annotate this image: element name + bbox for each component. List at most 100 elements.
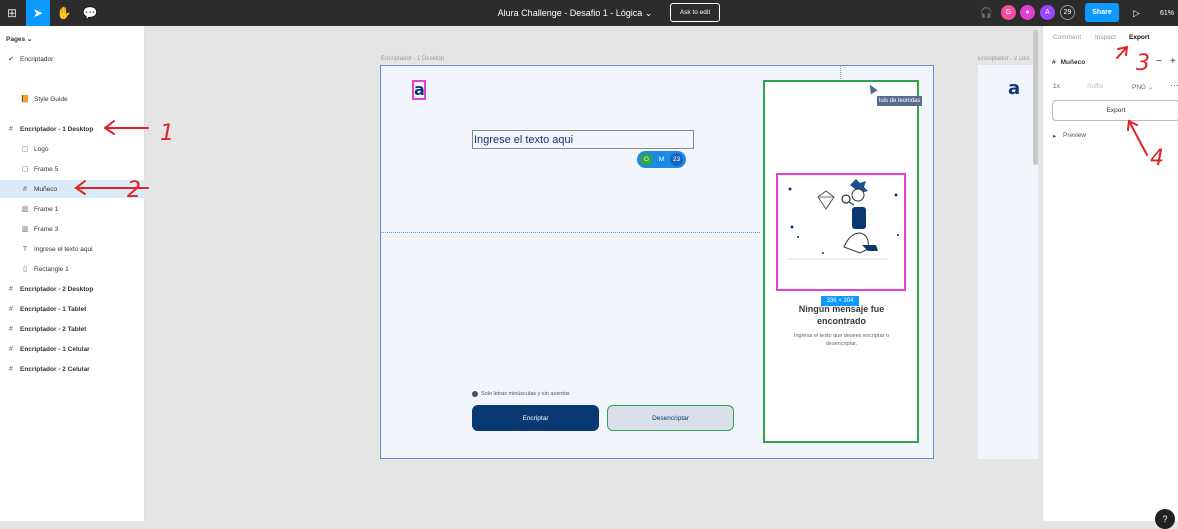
frame-icon: # <box>9 325 13 333</box>
hint-note[interactable]: Solo letras minúsculas y sin acentos <box>472 391 570 397</box>
layer-item-label: Encriptador - 1 Desktop <box>20 125 94 133</box>
frame-icon: # <box>23 185 27 193</box>
collaborator-count-badge: 23 <box>670 153 683 166</box>
layer-item-label: Frame 3 <box>34 225 59 233</box>
layer-item[interactable]: ▥ Frame 3 <box>0 220 145 238</box>
comment-tool-icon[interactable]: 💬 <box>78 0 102 26</box>
headphones-icon[interactable]: 🎧 <box>980 0 992 26</box>
illustration-muneco[interactable] <box>776 173 906 291</box>
frame-icon: # <box>9 285 13 293</box>
cursor-name-label: luis de leonidas <box>877 96 923 106</box>
selected-layer-name: Muñeco <box>1060 59 1086 66</box>
suffix-input[interactable]: Suffix <box>1087 83 1103 90</box>
pages-header[interactable]: Pages ⌄ <box>0 30 145 48</box>
main-menu-icon[interactable]: ⊞ <box>0 0 24 26</box>
move-tool-icon[interactable]: ➤ <box>26 0 50 26</box>
avatar[interactable]: ● <box>1020 5 1035 20</box>
person-magnifier-illustration <box>788 179 899 260</box>
page-item-label: Style Guide <box>34 95 68 103</box>
layer-item[interactable]: ▢ Logo <box>0 140 145 158</box>
ask-to-edit-button[interactable]: Ask to edit <box>670 3 720 22</box>
layer-shape-icon: ▢ <box>21 166 29 173</box>
layer-item-label: Frame 5 <box>34 165 59 173</box>
file-title[interactable]: Alura Challenge - Desafio 1 - Lógica ⌄ <box>480 0 670 26</box>
canvas-scrollbar[interactable] <box>1033 30 1038 165</box>
frame-icon: # <box>9 305 13 313</box>
frame-label[interactable]: Encriptador - 1 Desktop <box>381 56 444 62</box>
format-value: PNG <box>1132 84 1147 91</box>
layer-item-label: Encriptador - 1 Tablet <box>20 305 87 313</box>
book-emoji-icon: 📙 <box>20 96 30 103</box>
more-options-icon[interactable]: ⋯ <box>1170 80 1178 91</box>
layer-item[interactable]: # Encriptador - 2 Celular <box>0 360 145 378</box>
layer-item[interactable]: ▢ Frame 5 <box>0 160 145 178</box>
layer-item[interactable]: # Encriptador - 1 Tablet <box>0 300 145 318</box>
selected-layer: # Muñeco <box>1052 59 1085 66</box>
scale-select[interactable]: 1x <box>1053 83 1060 90</box>
export-button[interactable]: Export <box>1052 100 1178 121</box>
frame-icon: # <box>9 365 13 373</box>
avatar[interactable]: G <box>1001 5 1016 20</box>
format-select[interactable]: PNG ⌄ <box>1132 83 1153 91</box>
tab-export[interactable]: Export <box>1129 34 1150 41</box>
decrypt-button[interactable]: Desencriptar <box>607 405 734 431</box>
frame-icon: # <box>9 125 13 133</box>
hint-note-text: Solo letras minúsculas y sin acentos <box>481 391 570 397</box>
layer-shape-icon: ▢ <box>21 146 29 153</box>
layer-item-label: Encriptador - 2 Tablet <box>20 325 87 333</box>
card-title[interactable]: Ningún mensaje fue encontrado <box>778 303 905 327</box>
present-play-icon[interactable]: ▷ <box>1133 0 1140 26</box>
layer-item[interactable]: # Encriptador - 1 Celular <box>0 340 145 358</box>
tab-comment[interactable]: Comment <box>1053 34 1081 41</box>
layer-item[interactable]: ▯ Rectangle 1 <box>0 260 145 278</box>
layer-shape-icon: ▥ <box>21 206 29 213</box>
text-input-placeholder[interactable]: Ingrese el texto aqui <box>472 130 694 149</box>
logo[interactable]: a <box>1008 78 1020 99</box>
add-export-icon[interactable]: + <box>1170 56 1176 67</box>
collaborator-badges[interactable]: G M 23 <box>637 151 686 168</box>
collaborator-avatar: G <box>640 153 653 166</box>
page-item-label: Encriptador <box>20 55 54 63</box>
check-icon: ✔ <box>8 56 14 63</box>
frame-label[interactable]: Encriptador - 2 Des <box>978 56 1038 62</box>
tab-inspect[interactable]: Inspect <box>1095 34 1116 41</box>
frame-icon: # <box>1052 59 1056 66</box>
remove-export-icon[interactable]: − <box>1156 56 1162 67</box>
layers-panel: Pages ⌄ ✔ Encriptador 📙 Style Guide # Enc… <box>0 26 145 521</box>
layer-item[interactable]: # Muñeco <box>0 180 145 198</box>
layer-item-label: Rectangle 1 <box>34 265 69 273</box>
collaborator-count[interactable]: 29 <box>1060 5 1075 20</box>
hand-tool-icon[interactable]: ✋ <box>52 0 76 26</box>
layer-item-label: Encriptador - 2 Celular <box>20 365 90 373</box>
layer-item[interactable]: ▥ Frame 1 <box>0 200 145 218</box>
logo[interactable]: a <box>412 80 426 100</box>
encrypt-button[interactable]: Encriptar <box>472 405 599 431</box>
desktop-frame-2[interactable] <box>978 65 1038 459</box>
annotation-number: 1 <box>160 121 174 146</box>
layer-shape-icon: ▥ <box>21 226 29 233</box>
pages-header-label: Pages <box>6 35 26 43</box>
layout-guide <box>380 232 760 233</box>
page-item-style-guide[interactable]: 📙 Style Guide <box>0 90 145 108</box>
preview-label: Preview <box>1063 132 1087 139</box>
layer-item-label: Logo <box>34 145 49 153</box>
avatar[interactable]: A <box>1040 5 1055 20</box>
share-button[interactable]: Share <box>1085 3 1119 22</box>
page-item-encriptador[interactable]: ✔ Encriptador <box>0 50 145 68</box>
card-description[interactable]: Ingresa el texto que desees encriptar o … <box>778 332 905 348</box>
properties-panel: Comment Inspect Export # Muñeco − + 1x Suf… <box>1042 26 1178 521</box>
file-title-text: Alura Challenge - Desafio 1 - Lógica <box>497 8 643 18</box>
layer-shape-icon: ▯ <box>23 266 27 273</box>
caret-right-icon: ▸ <box>1053 133 1057 140</box>
frame-icon: # <box>9 345 13 353</box>
help-button[interactable]: ? <box>1155 509 1175 529</box>
layer-item-label: Muñeco <box>34 185 58 193</box>
zoom-level[interactable]: 61% <box>1160 0 1174 26</box>
layer-item[interactable]: # Encriptador - 2 Tablet <box>0 320 145 338</box>
layer-item[interactable]: # Encriptador - 2 Desktop <box>0 280 145 298</box>
layer-item[interactable]: # Encriptador - 1 Desktop <box>0 120 145 138</box>
chevron-down-icon: ⌄ <box>1147 84 1154 91</box>
layer-item[interactable]: T Ingrese el texto aqui <box>0 240 145 258</box>
preview-toggle[interactable]: ▸ Preview <box>1053 132 1087 140</box>
layer-item-label: Encriptador - 2 Desktop <box>20 285 94 293</box>
